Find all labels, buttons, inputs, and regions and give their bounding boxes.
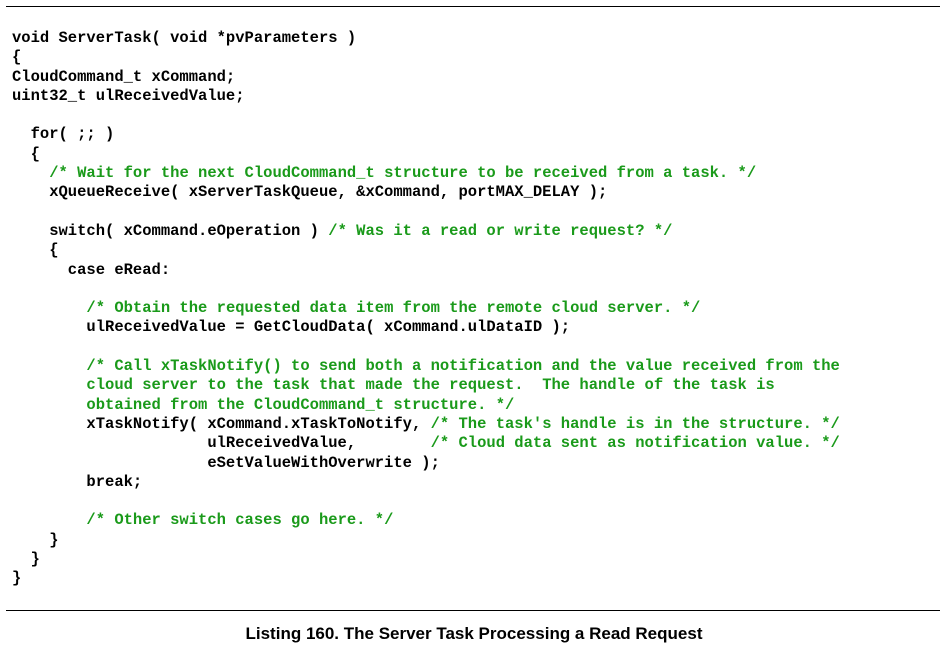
code-comment: /* Was it a read or write request? */ [328, 221, 673, 240]
top-rule [6, 6, 940, 7]
code-text: ulReceivedValue = GetCloudData( xCommand… [12, 318, 571, 337]
code-line: xTaskNotify( xCommand.xTaskToNotify, /* … [12, 414, 840, 434]
code-line: void ServerTask( void *pvParameters ) [12, 29, 840, 48]
code-text: { [12, 241, 59, 260]
code-line: for( ;; ) [12, 125, 840, 144]
code-line: cloud server to the task that made the r… [12, 376, 840, 395]
code-text: for( ;; ) [12, 125, 115, 144]
code-text: xQueueReceive( xServerTaskQueue, &xComma… [12, 183, 608, 202]
code-line: /* Other switch cases go here. */ [12, 511, 840, 530]
code-text: uint32_t ulReceivedValue; [12, 86, 245, 105]
code-comment: /* Cloud data sent as notification value… [430, 434, 840, 453]
code-line: uint32_t ulReceivedValue; [12, 87, 840, 106]
code-line: switch( xCommand.eOperation ) /* Was it … [12, 222, 840, 241]
code-line: /* Obtain the requested data item from t… [12, 299, 840, 318]
code-text: void ServerTask( void *pvParameters ) [12, 29, 357, 47]
code-line: /* Wait for the next CloudCommand_t stru… [12, 164, 840, 183]
code-comment: /* Other switch cases go here. */ [86, 511, 394, 530]
code-line: case eRead: [12, 261, 840, 280]
code-line: { [12, 48, 840, 67]
code-comment: cloud server to the task that made the r… [86, 376, 775, 395]
code-text: CloudCommand_t xCommand; [12, 67, 236, 86]
bottom-rule [6, 610, 940, 611]
code-line: CloudCommand_t xCommand; [12, 68, 840, 87]
listing-caption: Listing 160. The Server Task Processing … [245, 624, 703, 643]
code-text: switch( xCommand.eOperation ) [12, 221, 329, 240]
code-line: } [12, 550, 840, 569]
code-line: obtained from the CloudCommand_t structu… [12, 396, 840, 415]
code-comment: /* Obtain the requested data item from t… [86, 299, 701, 318]
code-line: eSetValueWithOverwrite ); [12, 454, 840, 473]
code-comment: /* Wait for the next CloudCommand_t stru… [49, 164, 757, 183]
code-comment: /* The task's handle is in the structure… [430, 414, 840, 433]
code-listing: void ServerTask( void *pvParameters ){Cl… [12, 29, 840, 589]
code-line: { [12, 145, 840, 164]
code-line: break; [12, 473, 840, 492]
code-text: case eRead: [12, 260, 171, 279]
code-line: ulReceivedValue, /* Cloud data sent as n… [12, 434, 840, 453]
code-text: { [12, 144, 40, 163]
code-line: /* Call xTaskNotify() to send both a not… [12, 357, 840, 376]
code-line: } [12, 531, 840, 550]
code-text: { [12, 48, 22, 67]
code-line: xQueueReceive( xServerTaskQueue, &xComma… [12, 183, 840, 202]
code-line: } [12, 569, 840, 588]
code-comment: obtained from the CloudCommand_t structu… [86, 395, 515, 414]
code-comment: /* Call xTaskNotify() to send both a not… [86, 357, 840, 376]
code-text: ulReceivedValue, [12, 434, 431, 453]
code-text: break; [12, 472, 143, 491]
code-text: xTaskNotify( xCommand.xTaskToNotify, [12, 414, 431, 433]
code-line: { [12, 241, 840, 260]
code-text: } [12, 530, 59, 549]
code-text: } [12, 550, 40, 569]
code-line: ulReceivedValue = GetCloudData( xCommand… [12, 318, 840, 337]
code-text: eSetValueWithOverwrite ); [12, 453, 440, 472]
code-text: } [12, 569, 22, 588]
